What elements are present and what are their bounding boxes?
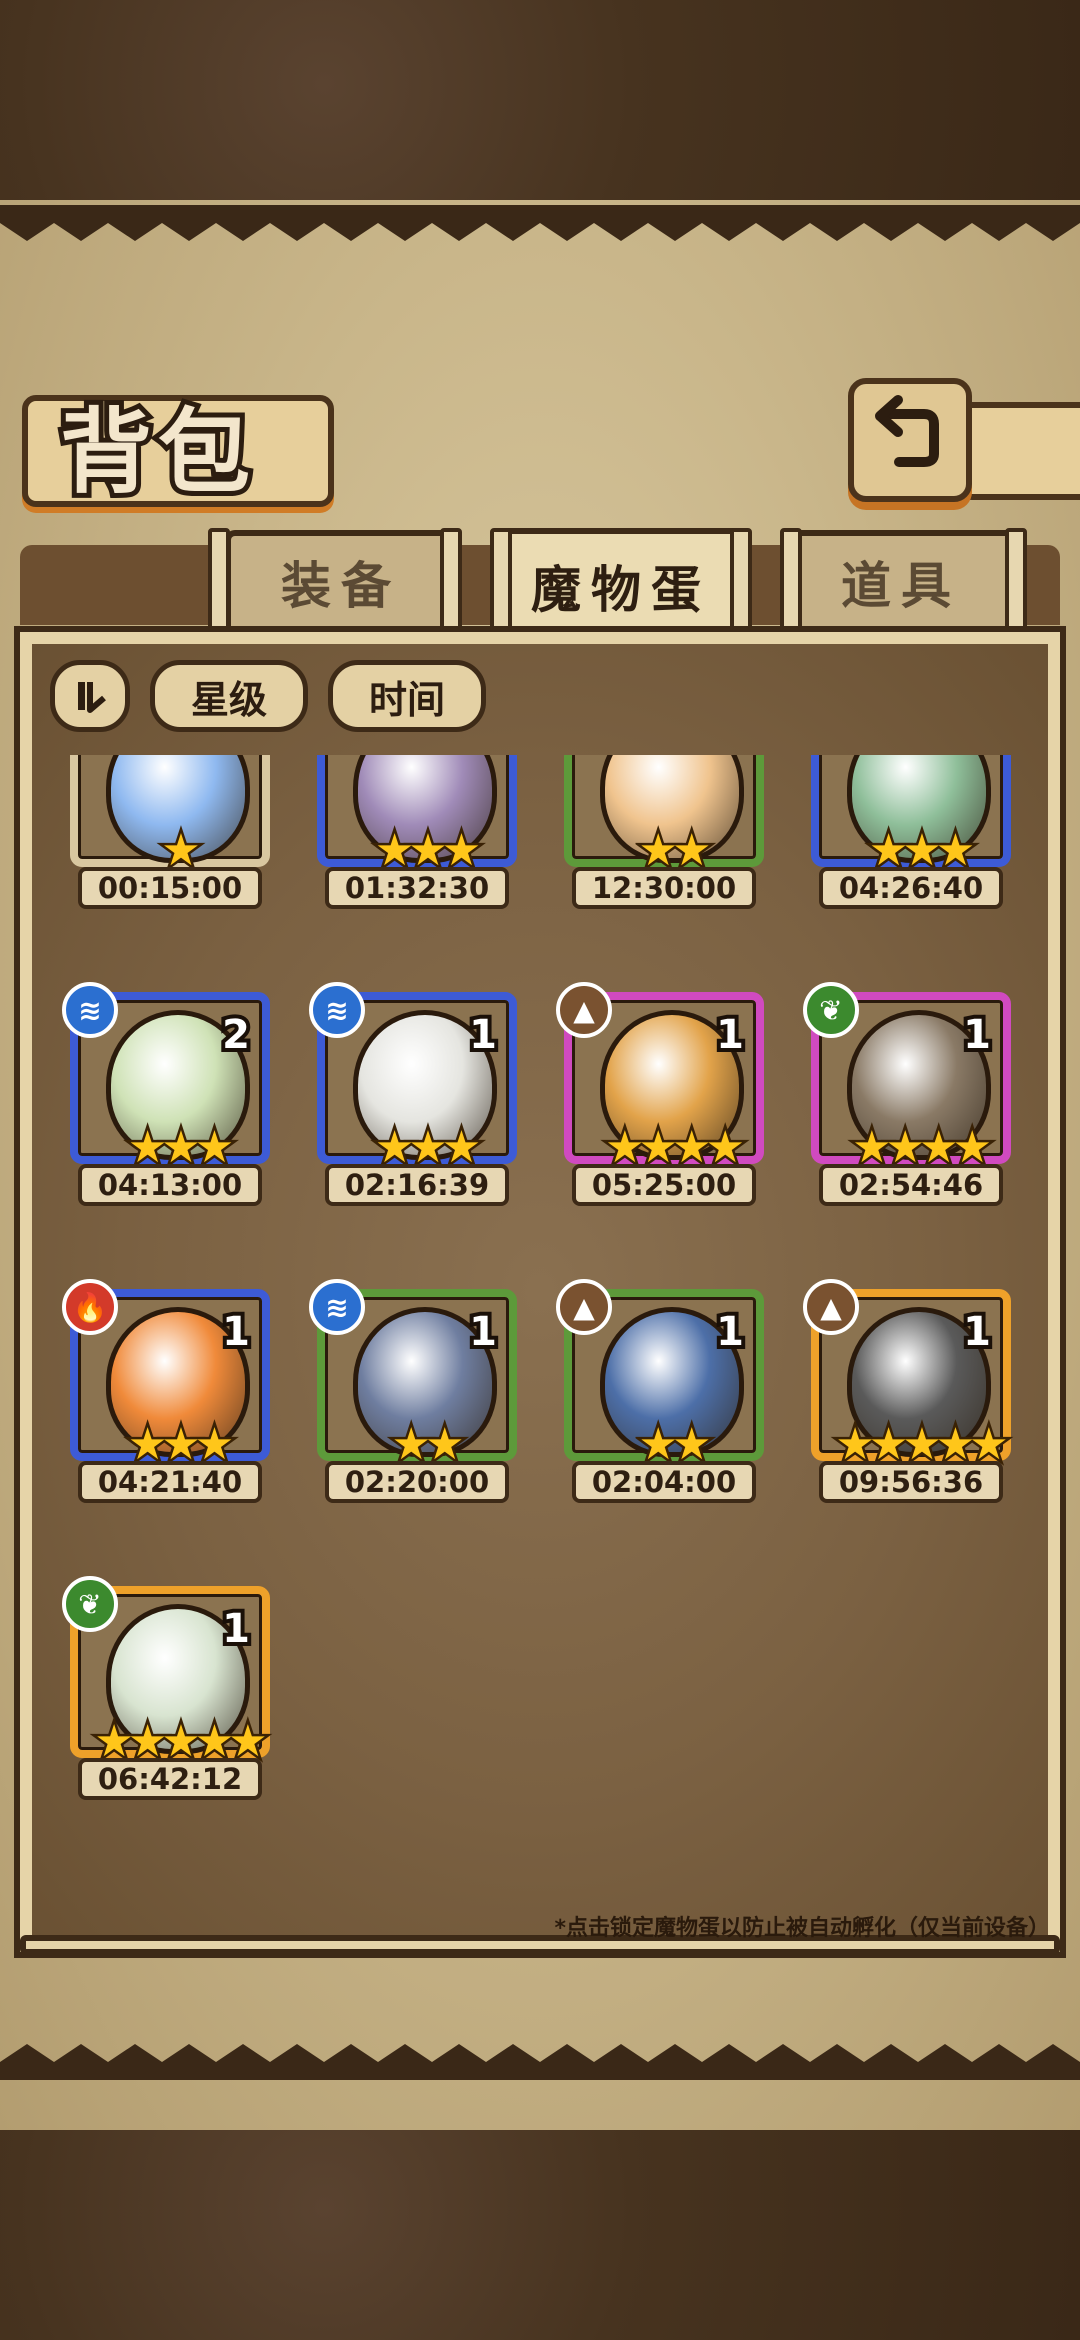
zigzag-border-top (0, 205, 1080, 241)
tab-items[interactable]: 道具 (785, 530, 1017, 628)
hatch-timer: 02:04:00 (572, 1461, 756, 1503)
map-background-bottom (0, 2120, 1080, 2340)
egg-card[interactable]: 1★★🔥12:30:00 (564, 755, 764, 909)
back-button[interactable] (848, 378, 972, 502)
egg-count: 1 (218, 1305, 254, 1359)
hatch-timer: 02:20:00 (325, 1461, 509, 1503)
egg-card[interactable]: 2★≋00:15:00 (70, 755, 270, 909)
egg-card[interactable]: 1 ★★ ▲ 02:04:00 (556, 1279, 764, 1503)
water-element-icon: ≋ (62, 982, 118, 1038)
egg-card[interactable]: 1 ★★★★ ❦ 02:54:46 (803, 982, 1011, 1206)
tab-post (780, 528, 802, 632)
egg-count: 2 (218, 755, 254, 765)
zigzag-border-bottom (0, 2044, 1080, 2080)
egg-count: 2 (218, 1008, 254, 1062)
tab-equipment[interactable]: 装备 (225, 530, 457, 628)
hatch-timer: 02:16:39 (325, 1164, 509, 1206)
egg-card-frame: 1★★★ (317, 755, 517, 879)
tab-post (490, 528, 512, 632)
earth-element-icon: ▲ (803, 1279, 859, 1335)
egg-card[interactable]: 2 ★★★ ≋ 04:13:00 (62, 982, 270, 1206)
egg-count: 1 (959, 755, 995, 765)
egg-count: 1 (465, 755, 501, 765)
egg-card[interactable]: 1 ★★★ 🔥 04:21:40 (62, 1279, 270, 1503)
hatch-timer: 06:42:12 (78, 1758, 262, 1800)
hatch-timer: 12:30:00 (572, 867, 756, 909)
hatch-timer: 02:54:46 (819, 1164, 1003, 1206)
back-button-plate (962, 402, 1080, 500)
egg-count: 1 (959, 1305, 995, 1359)
earth-element-icon: ▲ (556, 982, 612, 1038)
egg-count: 1 (959, 1008, 995, 1062)
egg-count: 1 (712, 1008, 748, 1062)
back-arrow-icon (875, 395, 939, 467)
hatch-timer: 09:56:36 (819, 1461, 1003, 1503)
egg-grid-viewport[interactable]: 2★≋00:15:001★★★❦01:32:301★★🔥12:30:001★★★… (35, 755, 1045, 1905)
fire-element-icon: 🔥 (62, 1279, 118, 1335)
page-title: 背包 (55, 394, 257, 511)
tab-post (1005, 528, 1027, 632)
egg-card-frame: 1★★ (564, 755, 764, 879)
tab-post (440, 528, 462, 632)
egg-card-frame: 2★ (70, 755, 270, 879)
egg-count: 1 (712, 1305, 748, 1359)
sort-toggle-button[interactable] (50, 660, 130, 732)
egg-count: 1 (465, 1305, 501, 1359)
tab-post (208, 528, 230, 632)
egg-count: 1 (218, 1602, 254, 1656)
map-background-top (0, 0, 1080, 210)
egg-count: 1 (465, 1008, 501, 1062)
footer-hint: *点击锁定魔物蛋以防止被自动孵化（仅当前设备） (554, 1916, 1050, 1941)
egg-card[interactable]: 1★★★❦01:32:30 (317, 755, 517, 909)
egg-card[interactable]: 1 ★★★★★ ▲ 09:56:36 (803, 1279, 1011, 1503)
earth-element-icon: ▲ (556, 1279, 612, 1335)
nature-element-icon: ❦ (62, 1576, 118, 1632)
hatch-timer: 05:25:00 (572, 1164, 756, 1206)
hatch-timer: 04:26:40 (819, 867, 1003, 909)
tab-post (730, 528, 752, 632)
hatch-timer: 04:13:00 (78, 1164, 262, 1206)
egg-card[interactable]: 1 ★★★★ ▲ 05:25:00 (556, 982, 764, 1206)
hatch-timer: 01:32:30 (325, 867, 509, 909)
nature-element-icon: ❦ (803, 982, 859, 1038)
egg-card[interactable]: 1 ★★★★★ ❦ 06:42:12 (62, 1576, 270, 1800)
hatch-timer: 00:15:00 (78, 867, 262, 909)
egg-card-frame: 1★★★ (811, 755, 1011, 879)
filter-star-button[interactable]: 星级 (150, 660, 308, 732)
egg-count: 1 (712, 755, 748, 765)
filter-time-button[interactable]: 时间 (328, 660, 486, 732)
sort-toggle-icon (78, 682, 106, 713)
egg-card[interactable]: 1 ★★★ ≋ 02:16:39 (309, 982, 517, 1206)
tab-monster-eggs[interactable]: 魔物蛋 (495, 528, 747, 638)
water-element-icon: ≋ (309, 982, 365, 1038)
egg-card[interactable]: 1 ★★ ≋ 02:20:00 (309, 1279, 517, 1503)
water-element-icon: ≋ (309, 1279, 365, 1335)
hatch-timer: 04:21:40 (78, 1461, 262, 1503)
egg-card[interactable]: 1★★★▲04:26:40 (811, 755, 1011, 909)
